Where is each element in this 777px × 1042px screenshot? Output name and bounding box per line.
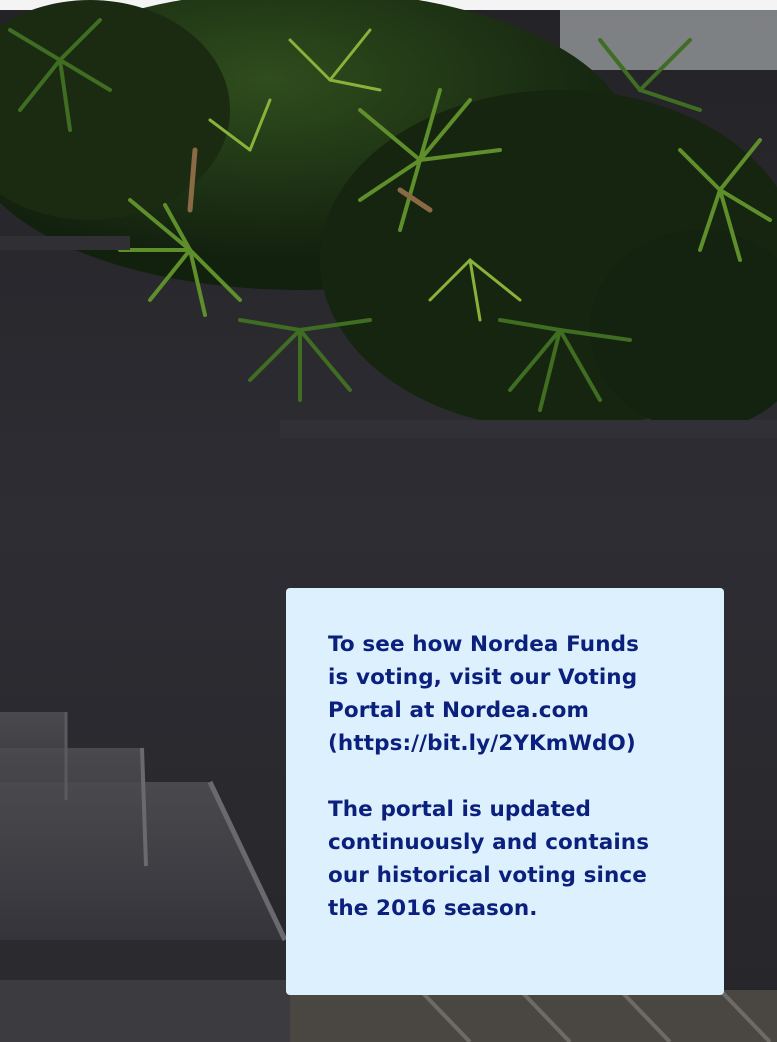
planter-ledge: [280, 420, 777, 438]
voting-info-box: To see how Nordea Funds is voting, visit…: [286, 588, 724, 995]
portal-update-paragraph: The portal is updated continuously and c…: [328, 797, 650, 921]
page: To see how Nordea Funds is voting, visit…: [0, 0, 777, 1042]
voting-portal-paragraph: To see how Nordea Funds is voting, visit…: [328, 632, 639, 756]
upper-ledge: [0, 236, 130, 250]
wooden-deck: [290, 988, 777, 1042]
